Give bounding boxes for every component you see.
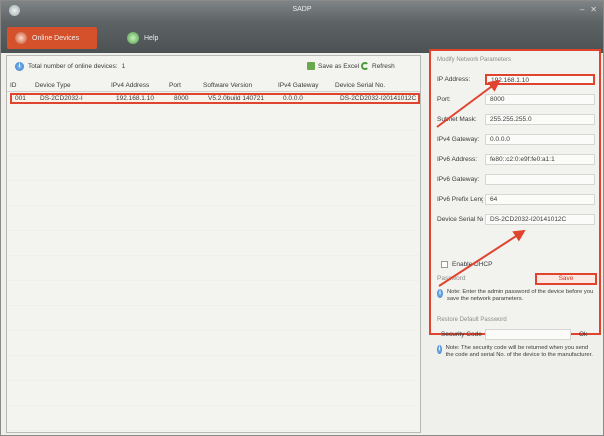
- device-list-toolbar: i Total number of online devices: 1 Save…: [7, 56, 420, 78]
- device-serial-input[interactable]: DS-2CD2032-I20141012C: [485, 214, 595, 225]
- column-header-device-type[interactable]: Device Type: [35, 82, 87, 89]
- ipv6-gateway-input[interactable]: [485, 174, 595, 185]
- cell-id: 001: [15, 95, 26, 102]
- cell-ipv4-gateway: 0.0.0.0: [283, 95, 303, 102]
- field-label: IPv6 Prefix Length:: [437, 196, 483, 203]
- dhcp-label: Enable DHCP: [452, 261, 493, 268]
- device-list-panel: i Total number of online devices: 1 Save…: [6, 55, 421, 433]
- field-label: Device Serial No.:: [437, 216, 483, 223]
- field-label: IPv4 Gateway:: [437, 136, 480, 143]
- refresh-button[interactable]: Refresh: [361, 62, 395, 70]
- field-port: Port: 8000: [437, 93, 597, 106]
- section-title: Modify Network Parameters: [437, 57, 512, 63]
- table-row[interactable]: 001 DS-2CD2032-I 192.168.1.10 8000 V5.2.…: [10, 93, 420, 104]
- excel-icon: [307, 62, 315, 70]
- cell-device-type: DS-2CD2032-I: [40, 95, 83, 102]
- info-icon: i: [437, 345, 442, 354]
- security-code-note: i Note: The security code will be return…: [437, 345, 595, 359]
- field-label: Port:: [437, 96, 451, 103]
- enable-dhcp[interactable]: Enable DHCP: [441, 261, 492, 268]
- tab-online-devices-label: Online Devices: [32, 34, 80, 42]
- column-header-software-version[interactable]: Software Version: [203, 82, 273, 89]
- field-subnet-mask: Subnet Mask: 255.255.255.0: [437, 113, 597, 126]
- ipv6-address-input[interactable]: fe80::c2:0:e9f:fe0:a1:1: [485, 154, 595, 165]
- field-ipv6-address: IPv6 Address: fe80::c2:0:e9f:fe0:a1:1: [437, 153, 597, 166]
- field-label: IPv6 Address:: [437, 156, 478, 163]
- save-as-excel-button[interactable]: Save as Excel: [307, 62, 359, 70]
- field-device-serial: Device Serial No.: DS-2CD2032-I20141012C: [437, 213, 597, 226]
- restore-password-title: Restore Default Password: [437, 317, 507, 323]
- refresh-icon: [361, 62, 369, 70]
- window-title: SADP: [292, 6, 312, 13]
- ok-button[interactable]: Ok: [579, 331, 587, 338]
- cell-serial-no: DS-2CD2032-I20141012C: [340, 95, 417, 102]
- save-as-excel-label: Save as Excel: [318, 62, 360, 70]
- info-icon: i: [15, 62, 24, 71]
- help-icon: [127, 32, 139, 44]
- password-note: i Note: Enter the admin password of the …: [437, 289, 595, 303]
- tab-help[interactable]: Help: [119, 27, 166, 49]
- field-ipv6-prefix-length: IPv6 Prefix Length: 64: [437, 193, 597, 206]
- field-ipv4-gateway: IPv4 Gateway: 0.0.0.0: [437, 133, 597, 146]
- column-header-port[interactable]: Port: [169, 82, 191, 89]
- field-ip-address: IP Address: 192.168.1.10: [437, 73, 597, 86]
- title-bar: SADP – ✕: [1, 1, 603, 21]
- modify-network-panel: Modify Network Parameters IP Address: 19…: [429, 49, 601, 358]
- password-label: Password: [437, 275, 466, 282]
- column-header-serial-no[interactable]: Device Serial No.: [335, 82, 419, 89]
- field-ipv6-gateway: IPv6 Gateway:: [437, 173, 597, 186]
- password-row: Password Save: [437, 273, 597, 285]
- column-header-id[interactable]: ID: [10, 82, 22, 89]
- sadp-window: SADP – ✕ Online Devices Help i Total num…: [0, 0, 604, 436]
- window-controls: – ✕: [580, 5, 597, 15]
- refresh-label: Refresh: [372, 62, 395, 70]
- security-code-label: Security Code: [441, 331, 482, 338]
- tab-online-devices[interactable]: Online Devices: [7, 27, 97, 49]
- port-input[interactable]: 8000: [485, 94, 595, 105]
- dhcp-checkbox[interactable]: [441, 261, 448, 268]
- devices-icon: [15, 32, 27, 44]
- password-note-text: Note: Enter the admin password of the de…: [446, 289, 594, 302]
- column-header-ipv4-gateway[interactable]: IPv4 Gateway: [278, 82, 328, 89]
- online-count-label: Total number of online devices:: [28, 63, 118, 70]
- ipv6-prefix-length-input[interactable]: 64: [485, 194, 595, 205]
- cell-port: 8000: [174, 95, 189, 102]
- ipv4-gateway-input[interactable]: 0.0.0.0: [485, 134, 595, 145]
- column-header-ipv4-address[interactable]: IPv4 Address: [111, 82, 165, 89]
- table-header: ID Device Type IPv4 Address Port Softwar…: [7, 80, 420, 92]
- subnet-mask-input[interactable]: 255.255.255.0: [485, 114, 595, 125]
- cell-software-version: V5.2.0build 140721: [208, 95, 265, 102]
- online-count-value: 1: [121, 63, 126, 70]
- security-code-row: Security Code Ok: [437, 329, 597, 341]
- security-code-input[interactable]: [485, 329, 571, 340]
- ip-address-input[interactable]: 192.168.1.10: [485, 74, 595, 85]
- tab-help-label: Help: [144, 34, 159, 42]
- close-icon[interactable]: ✕: [590, 5, 597, 15]
- minimize-icon[interactable]: –: [580, 5, 584, 15]
- cell-ipv4-address: 192.168.1.10: [116, 95, 154, 102]
- online-count: i Total number of online devices: 1: [15, 62, 125, 71]
- field-label: IPv6 Gateway:: [437, 176, 480, 183]
- info-icon: i: [437, 289, 443, 298]
- security-code-note-text: Note: The security code will be returned…: [445, 345, 593, 358]
- empty-list-area: [7, 106, 420, 432]
- field-label: IP Address:: [437, 76, 471, 83]
- save-button[interactable]: Save: [535, 273, 597, 285]
- field-label: Subnet Mask:: [437, 116, 477, 123]
